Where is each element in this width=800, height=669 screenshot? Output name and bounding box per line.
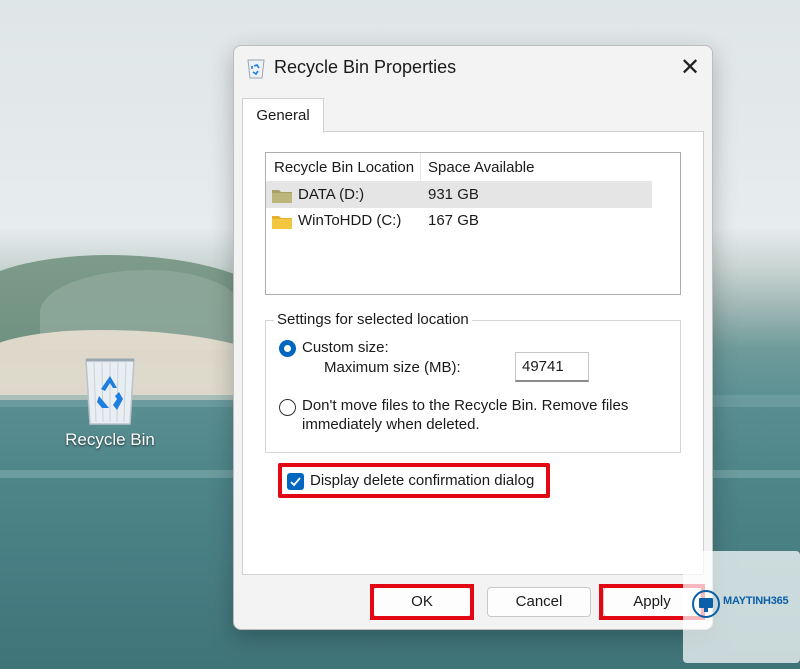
group-title: Settings for selected location xyxy=(274,311,472,328)
custom-size-label: Custom size: xyxy=(302,339,389,356)
recycle-bin-icon xyxy=(85,358,135,425)
location-name: WinToHDD (C:) xyxy=(298,212,402,229)
dont-move-radio[interactable] xyxy=(279,399,296,416)
dialog-title: Recycle Bin Properties xyxy=(274,57,457,77)
maytinh365-logo-icon xyxy=(692,590,720,618)
location-list[interactable]: Recycle Bin Location Space Available DAT… xyxy=(265,152,681,295)
close-button[interactable]: ✕ xyxy=(674,52,706,84)
settings-group: Settings for selected location Custom si… xyxy=(265,311,681,453)
cancel-button[interactable]: Cancel xyxy=(487,587,591,617)
folder-icon xyxy=(272,216,292,229)
tab-general[interactable]: General xyxy=(242,98,324,133)
general-tab-panel: Recycle Bin Location Space Available DAT… xyxy=(242,131,704,575)
list-header: Recycle Bin Location Space Available xyxy=(266,153,652,182)
column-divider[interactable] xyxy=(420,153,421,181)
location-name: DATA (D:) xyxy=(298,186,365,203)
dont-move-label-continued: immediately when deleted. xyxy=(302,416,480,433)
custom-size-radio[interactable] xyxy=(279,340,296,357)
properties-dialog: Recycle Bin Properties ✕ General Recycle… xyxy=(233,45,713,630)
confirm-dialog-label: Display delete confirmation dialog xyxy=(310,472,535,489)
watermark: MAYTINH365 xyxy=(683,551,800,663)
max-size-input[interactable] xyxy=(515,352,589,382)
max-size-label: Maximum size (MB): xyxy=(324,359,461,376)
dont-move-label: Don't move files to the Recycle Bin. Rem… xyxy=(302,397,629,414)
list-item[interactable]: DATA (D:) 931 GB xyxy=(266,182,652,208)
folder-icon xyxy=(272,190,292,203)
column-header-location[interactable]: Recycle Bin Location xyxy=(274,159,414,176)
column-header-space[interactable]: Space Available xyxy=(428,159,534,176)
space-available: 167 GB xyxy=(428,212,479,229)
list-item[interactable]: WinToHDD (C:) 167 GB xyxy=(266,208,652,234)
confirm-dialog-checkbox[interactable] xyxy=(287,473,304,490)
watermark-text: MAYTINH365 xyxy=(723,595,789,607)
checkmark-icon xyxy=(290,477,301,487)
space-available: 931 GB xyxy=(428,186,479,203)
desktop-icon-label: Recycle Bin xyxy=(65,430,155,449)
recycle-bin-icon xyxy=(247,59,265,79)
ok-button[interactable]: OK xyxy=(373,587,471,617)
